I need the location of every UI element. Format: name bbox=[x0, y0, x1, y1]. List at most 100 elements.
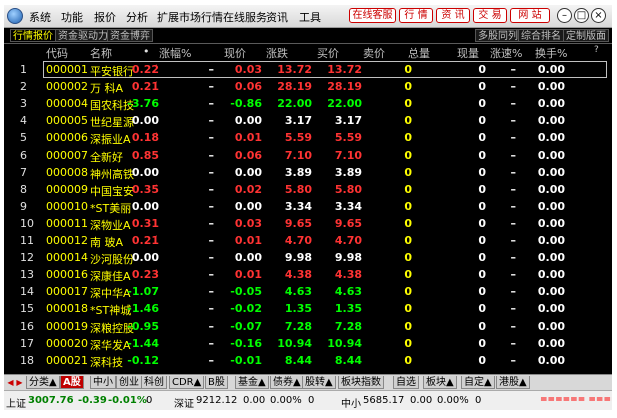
market-tab[interactable]: B股 bbox=[205, 376, 228, 389]
bid-cell: 3.34 bbox=[284, 199, 312, 213]
table-row[interactable]: 4 000005 世纪星源 0.00–0.00 3.17 3.17 0 0–0.00 bbox=[4, 112, 612, 130]
ask-cell: 4.70 bbox=[334, 234, 362, 247]
code-cell: 000005 bbox=[46, 114, 88, 128]
market-tab[interactable]: 板块▲ bbox=[423, 376, 457, 389]
menu-news[interactable]: 资讯 bbox=[266, 9, 288, 25]
sh-label: 上证 bbox=[6, 399, 26, 410]
volume-cell: 0 bbox=[404, 285, 412, 299]
market-tab[interactable]: 自选 bbox=[393, 376, 419, 389]
market-tab[interactable]: 创业 bbox=[116, 376, 142, 389]
table-row[interactable]: 17 000020 深华发A -1.44 – -0.16 10.94 10.94 0 0 – 0.00 bbox=[4, 335, 612, 353]
speed-cell: – bbox=[510, 148, 517, 162]
table-row[interactable]: 6 000007 全新好 0.85 – 0.06 7.10 7.10 0 0 – 0.00 bbox=[4, 147, 612, 165]
market-tab[interactable]: 股转▲ bbox=[302, 376, 336, 389]
market-tab[interactable]: CDR▲ bbox=[169, 376, 205, 389]
row-index: 4 bbox=[20, 114, 27, 128]
menu-online-service[interactable]: 在线服务 bbox=[223, 9, 267, 25]
trade-button[interactable]: 交 易 bbox=[473, 8, 507, 23]
website-button[interactable]: 网 站 bbox=[510, 8, 550, 23]
menu-system[interactable]: 系统 bbox=[29, 9, 51, 25]
table-row[interactable]: 16 000019 深粮控股 -0.95– -0.07 7.28 7.28 0 0–0.00 bbox=[4, 318, 612, 336]
table-row[interactable]: 7 000008 神州高铁 0.00–0.00 3.89 3.89 0 0–0.00 bbox=[4, 164, 612, 182]
code-cell: 000021 bbox=[46, 353, 88, 367]
table-row[interactable]: 10 000011 深物业A 0.31 – 0.03 9.65 9.65 0 0 – 0.00 bbox=[4, 215, 612, 233]
table-row[interactable]: 5 000006 深振业A · 0.18–0.01 5.59 5.59 0 0–0.00 bbox=[4, 129, 612, 147]
cur-volume-cell: 0 bbox=[478, 165, 486, 179]
help-icon[interactable]: ? bbox=[594, 45, 599, 55]
market-tab[interactable]: 中小 bbox=[90, 376, 116, 389]
menu-analysis[interactable]: 分析 bbox=[126, 9, 148, 25]
table-row[interactable]: 15 000018 *ST神城 -1.46 – -0.02 1.35 1.35 0 0 – 0.00 bbox=[4, 300, 612, 318]
ask-cell: 5.59 bbox=[334, 131, 362, 145]
bid-cell: 7.28 bbox=[284, 319, 312, 333]
col-speed[interactable]: 涨速% bbox=[490, 45, 522, 61]
sh-volume: 0 bbox=[146, 395, 153, 406]
menu-tools[interactable]: 工具 bbox=[299, 9, 321, 25]
table-row[interactable]: 1 000001 平安银行 · 0.22–0.03 13.72 13.72 0 0–0.00 bbox=[4, 61, 612, 79]
table-row[interactable]: 11 000012 南 玻A · 0.21–0.01 4.70 4.70 0 0–0.00 bbox=[4, 232, 612, 250]
col-change[interactable]: 涨跌 bbox=[266, 45, 288, 61]
volume-cell: 0 bbox=[404, 216, 412, 230]
close-icon[interactable]: × bbox=[591, 8, 606, 23]
market-tab[interactable]: A股 bbox=[60, 376, 84, 389]
market-tab[interactable]: 科创 bbox=[141, 376, 167, 389]
market-tab[interactable]: 港股▲ bbox=[496, 376, 530, 389]
table-row[interactable]: 2 000002 万 科A · 0.21–0.06 28.19 28.19 0 0–0.00 bbox=[4, 78, 612, 96]
menu-quote[interactable]: 报价 bbox=[94, 9, 116, 25]
turnover-cell: 0.00 bbox=[537, 234, 565, 247]
view-tab-bar: 行情报价 资金驱动力 资金博弈 多股同列 综合排名 定制版面 bbox=[4, 28, 612, 44]
table-row[interactable]: 9 000010 *ST美丽 0.00–0.00 3.34 3.34 0 0–0.00 bbox=[4, 198, 612, 216]
price-cell: – bbox=[208, 302, 215, 316]
name-cell: 南 玻A bbox=[90, 236, 124, 249]
speed-cell: – bbox=[510, 216, 517, 230]
tab-custom-layout[interactable]: 定制版面 bbox=[563, 29, 609, 42]
online-support-button[interactable]: 在线客服 bbox=[349, 8, 396, 23]
tab-ranking[interactable]: 综合排名 bbox=[518, 29, 564, 42]
tab-next-icon[interactable]: ▶ bbox=[15, 377, 24, 388]
tab-prev-icon[interactable]: ◀ bbox=[6, 377, 15, 388]
minimize-icon[interactable]: – bbox=[557, 8, 572, 23]
market-tab[interactable]: 分类▲ bbox=[26, 376, 60, 389]
col-ask[interactable]: 卖价 bbox=[363, 45, 385, 61]
market-tab[interactable]: 自定▲ bbox=[461, 376, 495, 389]
col-code[interactable]: 代码 bbox=[46, 45, 68, 61]
name-cell: 世纪星源 bbox=[90, 116, 134, 130]
row-index: 1 bbox=[20, 63, 27, 76]
speed-cell: – bbox=[510, 182, 517, 196]
col-volume[interactable]: 总量 bbox=[408, 45, 430, 61]
market-tab[interactable]: 债券▲ bbox=[270, 376, 304, 389]
table-row[interactable]: 18 000021 深科技 -0.12 – -0.01 8.44 8.44 0 0 – 0.00 bbox=[4, 352, 612, 370]
menu-function[interactable]: 功能 bbox=[61, 9, 83, 25]
market-tab[interactable]: 板块指数 bbox=[338, 376, 384, 389]
col-name[interactable]: 名称 bbox=[90, 45, 112, 61]
table-row[interactable]: 8 000009 中国宝安 · 0.35–0.02 5.80 5.80 0 0–0.00 bbox=[4, 181, 612, 199]
table-row[interactable]: 12 000014 沙河股份 0.00–0.00 9.98 9.98 0 0–0.00 bbox=[4, 249, 612, 267]
col-turnover[interactable]: 换手% bbox=[535, 45, 567, 61]
col-cur-volume[interactable]: 现量 bbox=[457, 45, 479, 61]
col-bid[interactable]: 买价 bbox=[317, 45, 339, 61]
cur-volume-cell: 0 bbox=[478, 302, 486, 316]
price-cell: – bbox=[208, 80, 215, 94]
code-cell: 000014 bbox=[46, 251, 88, 265]
row-index: 2 bbox=[20, 80, 27, 94]
table-row[interactable]: 3 000004 国农科技 -3.76– -0.86 22.00 22.00 0 0–0.00 bbox=[4, 95, 612, 113]
table-row[interactable]: 14 000017 深中华A -1.07 – -0.05 4.63 4.63 0 0 – 0.00 bbox=[4, 283, 612, 301]
speed-cell: – bbox=[510, 302, 517, 316]
menu-extended-market[interactable]: 扩展市场行情 bbox=[157, 9, 223, 25]
quote-button[interactable]: 行 情 bbox=[399, 8, 433, 23]
name-cell: 中国宝安 bbox=[90, 184, 134, 198]
row-index: 17 bbox=[20, 336, 34, 350]
col-change-pct[interactable]: 涨幅% bbox=[159, 45, 191, 61]
restore-icon[interactable]: □ bbox=[574, 8, 589, 23]
tab-fund-game[interactable]: 资金博弈 bbox=[107, 29, 153, 42]
tab-multi-stock[interactable]: 多股同列 bbox=[475, 29, 521, 42]
col-price[interactable]: 现价 bbox=[224, 45, 246, 61]
news-button[interactable]: 资 讯 bbox=[436, 8, 470, 23]
market-tab[interactable]: 基金▲ bbox=[235, 376, 269, 389]
tab-quote[interactable]: 行情报价 bbox=[10, 29, 56, 42]
table-row[interactable]: 13 000016 深康佳A · 0.23–0.01 4.38 4.38 0 0–0.00 bbox=[4, 266, 612, 284]
row-index: 10 bbox=[20, 216, 34, 230]
tab-fund-drive[interactable]: 资金驱动力 bbox=[55, 29, 111, 42]
ask-cell: 9.65 bbox=[334, 216, 362, 230]
code-cell: 000017 bbox=[46, 285, 88, 299]
